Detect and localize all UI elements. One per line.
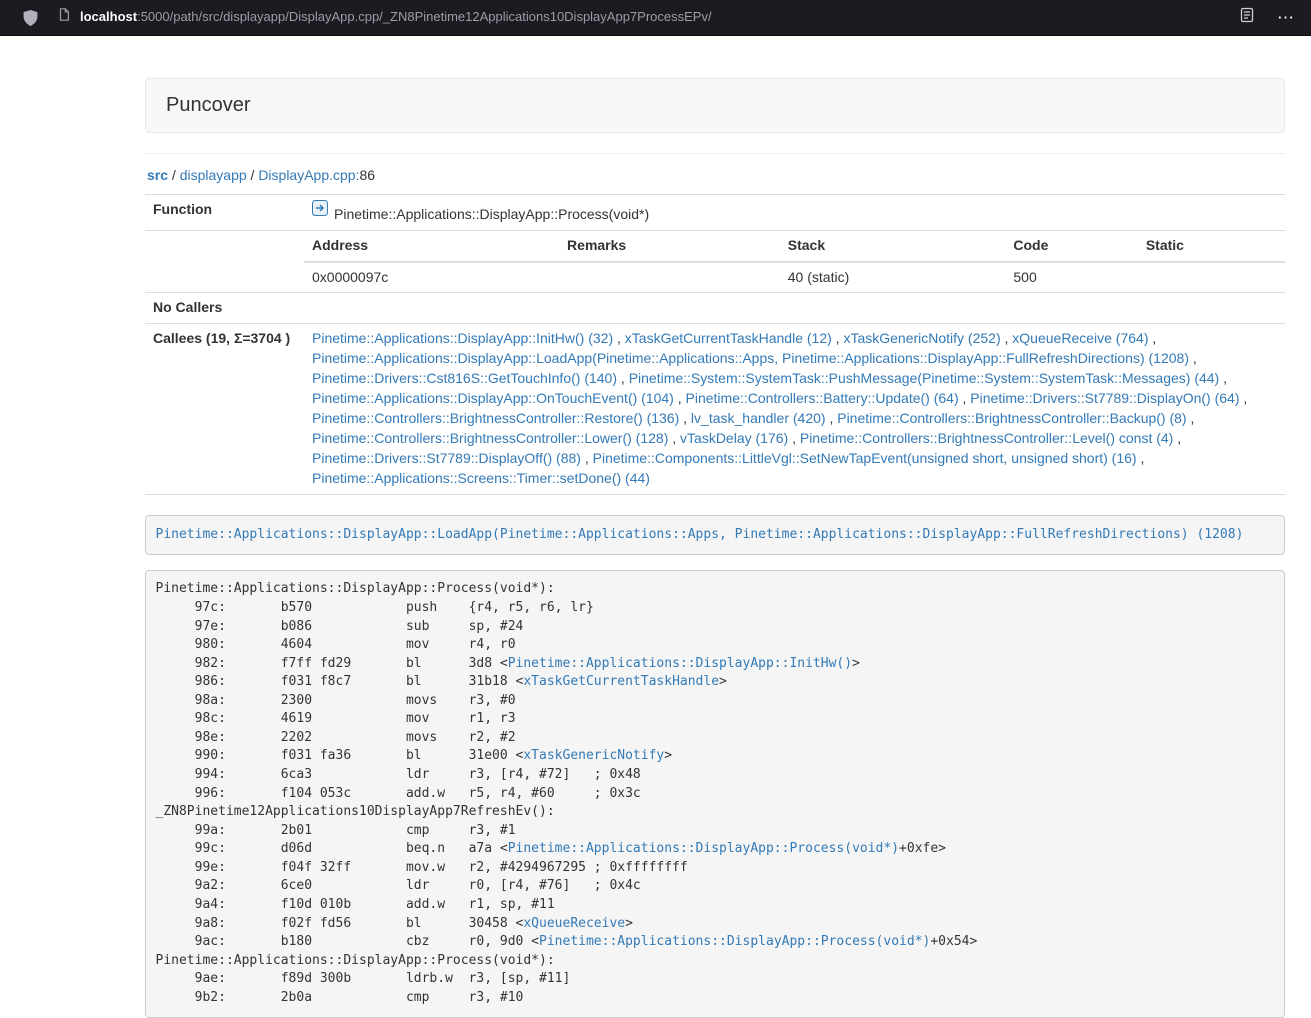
col-header-stack: Stack [780,231,1006,262]
function-name-cell: Pinetime::Applications::DisplayApp::Proc… [304,194,1285,230]
remarks-value [559,262,780,293]
function-row: Function Pinetime::Applications::Display… [145,194,1285,230]
code-symbol-link[interactable]: Pinetime::Applications::DisplayApp::Proc… [539,934,930,949]
url-text: localhost:5000/path/src/displayapp/Displ… [80,8,712,27]
callee-link[interactable]: Pinetime::System::SystemTask::PushMessag… [629,370,1220,386]
callee-link[interactable]: lv_task_handler (420) [691,410,826,426]
callee-link[interactable]: Pinetime::Components::LittleVgl::SetNewT… [593,450,1137,466]
function-table: Function Pinetime::Applications::Display… [145,194,1285,496]
code-symbol-link[interactable]: xQueueReceive [523,916,625,931]
selected-symbol-link[interactable]: Pinetime::Applications::DisplayApp::Load… [156,527,1244,542]
callees-cell: Pinetime::Applications::DisplayApp::Init… [304,324,1285,495]
col-header-address: Address [304,231,559,262]
callee-link[interactable]: vTaskDelay (176) [680,430,788,446]
callee-link[interactable]: Pinetime::Applications::DisplayApp::OnTo… [312,390,674,406]
function-icon [312,200,328,222]
url-path: :5000/path/src/displayapp/DisplayApp.cpp… [137,9,712,24]
app-title[interactable]: Puncover [166,94,251,116]
stack-value: 40 (static) [780,262,1006,293]
breadcrumb: src / displayapp / DisplayApp.cpp:86 [147,166,1285,186]
address-value: 0x0000097c [304,262,559,293]
app-header: Puncover [145,78,1285,133]
metrics-table: Address Remarks Stack Code Static 0x0000… [304,231,1285,293]
col-header-static: Static [1138,231,1285,262]
no-callers-label: No Callers [145,293,304,324]
page-icon[interactable] [57,7,71,28]
url-bar[interactable]: localhost:5000/path/src/displayapp/Displ… [57,7,1227,28]
empty-header-cell [145,230,304,293]
code-value: 500 [1005,262,1137,293]
callee-link[interactable]: Pinetime::Drivers::St7789::DisplayOff() … [312,450,581,466]
callee-link[interactable]: Pinetime::Applications::DisplayApp::Load… [312,350,1189,366]
breadcrumb-file[interactable]: DisplayApp.cpp: [258,167,359,183]
function-name: Pinetime::Applications::DisplayApp::Proc… [334,206,649,222]
callee-link[interactable]: Pinetime::Controllers::BrightnessControl… [800,430,1173,446]
callee-link[interactable]: Pinetime::Drivers::St7789::DisplayOn() (… [970,390,1239,406]
code-symbol-link[interactable]: Pinetime::Applications::DisplayApp::Proc… [508,841,899,856]
divider [145,153,1285,154]
callee-link[interactable]: Pinetime::Controllers::BrightnessControl… [312,410,679,426]
code-symbol-link[interactable]: Pinetime::Applications::DisplayApp::Init… [508,656,852,671]
url-host: localhost [80,9,137,24]
callee-link[interactable]: Pinetime::Drivers::Cst816S::GetTouchInfo… [312,370,617,386]
shield-icon[interactable] [22,9,39,27]
col-header-code: Code [1005,231,1137,262]
callees-row: Callees (19, Σ=3704 ) Pinetime::Applicat… [145,324,1285,495]
breadcrumb-folder[interactable]: displayapp [180,167,247,183]
metrics-value-row: 0x0000097c 40 (static) 500 [304,262,1285,293]
breadcrumb-separator: / [251,167,255,183]
callee-link[interactable]: xTaskGetCurrentTaskHandle (12) [625,330,832,346]
function-label: Function [145,194,304,230]
static-value [1138,262,1285,293]
callee-link[interactable]: Pinetime::Controllers::BrightnessControl… [312,430,668,446]
callees-label: Callees (19, Σ=3704 ) [145,324,304,495]
page-container: Puncover src / displayapp / DisplayApp.c… [145,36,1285,1018]
no-callers-cell [304,293,1285,324]
metrics-cell: Address Remarks Stack Code Static 0x0000… [304,230,1285,293]
breadcrumb-line-number: 86 [359,167,375,183]
menu-icon[interactable]: ⋯ [1277,9,1295,26]
breadcrumb-separator: / [172,167,176,183]
code-symbol-link[interactable]: xTaskGetCurrentTaskHandle [523,674,719,689]
no-callers-row: No Callers [145,293,1285,324]
disassembly: Pinetime::Applications::DisplayApp::Proc… [145,570,1285,1018]
reader-view-icon[interactable] [1239,7,1255,29]
browser-topbar: localhost:5000/path/src/displayapp/Displ… [0,0,1311,36]
callee-link[interactable]: Pinetime::Controllers::Battery::Update()… [686,390,959,406]
code-symbol-link[interactable]: xTaskGenericNotify [523,748,664,763]
selected-symbol-box: Pinetime::Applications::DisplayApp::Load… [145,515,1285,555]
callee-link[interactable]: xQueueReceive (764) [1012,330,1148,346]
callee-link[interactable]: Pinetime::Applications::DisplayApp::Init… [312,330,613,346]
breadcrumb-src[interactable]: src [147,167,168,183]
callee-link[interactable]: Pinetime::Controllers::BrightnessControl… [837,410,1186,426]
callee-link[interactable]: xTaskGenericNotify (252) [843,330,1000,346]
col-header-remarks: Remarks [559,231,780,262]
callee-link[interactable]: Pinetime::Applications::Screens::Timer::… [312,470,650,486]
metrics-row: Address Remarks Stack Code Static 0x0000… [145,230,1285,293]
